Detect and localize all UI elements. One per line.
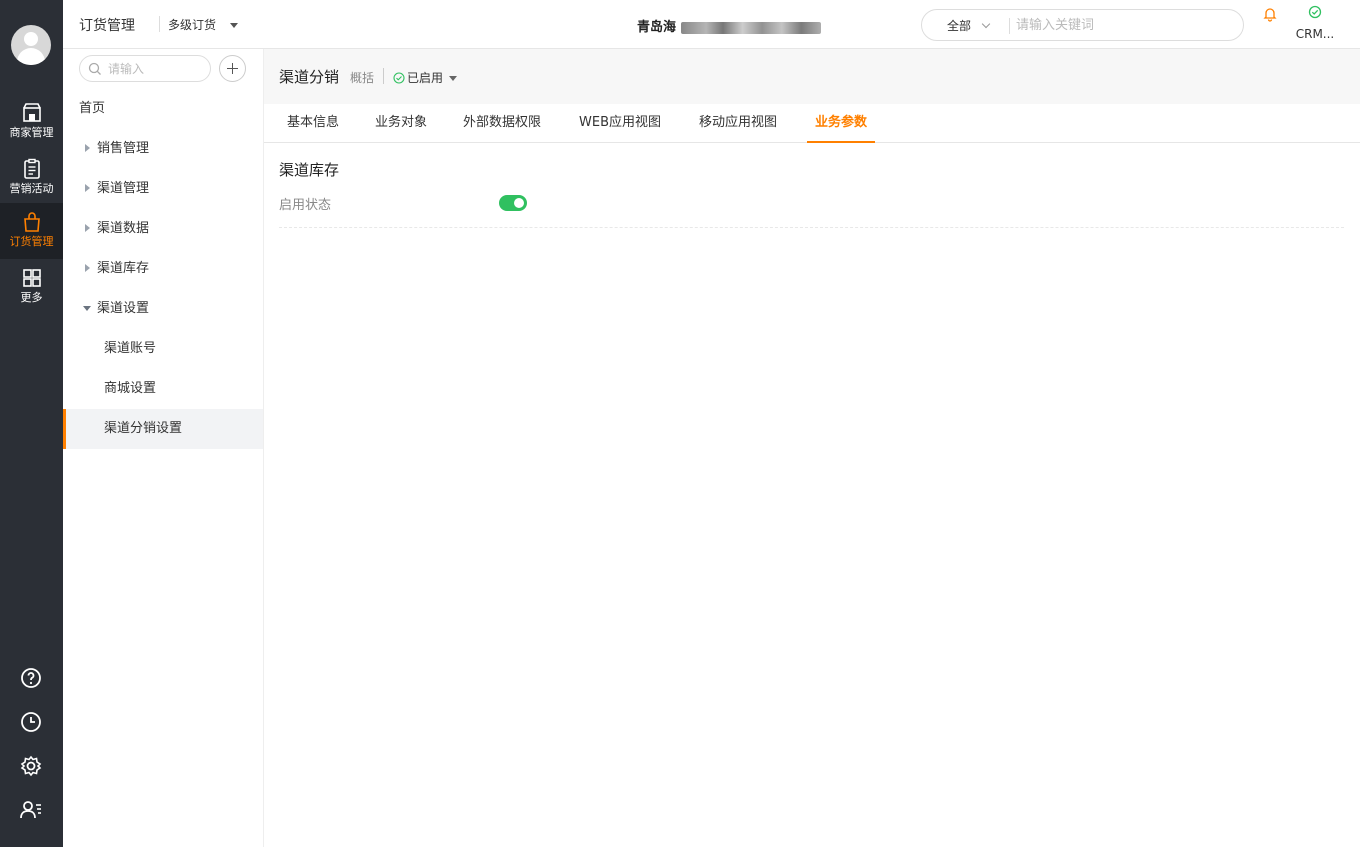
enable-toggle[interactable] (499, 195, 527, 211)
nav-search (79, 55, 211, 82)
page-title: 渠道分销 (279, 68, 340, 86)
nav-item-mall-settings[interactable]: 商城设置 (63, 369, 263, 409)
settings-icon[interactable] (19, 754, 43, 778)
tab-web-app-view[interactable]: WEB应用视图 (571, 104, 669, 143)
shopping-bag-icon (23, 212, 40, 232)
add-button[interactable] (219, 55, 246, 82)
rail-item-label: 营销活动 (9, 182, 54, 195)
caret-right-icon (85, 264, 90, 272)
nav-item-channel-data[interactable]: 渠道数据 (63, 209, 263, 249)
nav-item-home[interactable]: 首页 (63, 89, 263, 129)
clock-icon[interactable] (19, 710, 43, 734)
secondary-nav: 首页 销售管理 渠道管理 渠道数据 渠道库存 渠道设置 渠道账号 商城设置 渠道… (63, 49, 264, 847)
caret-down-icon (83, 306, 91, 311)
nav-item-channel-stock[interactable]: 渠道库存 (63, 249, 263, 289)
status-dropdown[interactable]: 已启用 (393, 69, 458, 86)
nav-item-channel-account[interactable]: 渠道账号 (63, 329, 263, 369)
crm-label: CRM... (1295, 27, 1335, 41)
summary-link[interactable]: 概括 (350, 69, 374, 86)
tab-bar: 基本信息 业务对象 外部数据权限 WEB应用视图 移动应用视图 业务参数 (264, 104, 1360, 143)
avatar[interactable] (11, 25, 51, 65)
rail-item-label: 更多 (20, 291, 43, 304)
check-circle-icon (393, 72, 405, 84)
search-scope-select[interactable]: 全部 (947, 17, 991, 34)
chevron-down-icon (981, 19, 991, 29)
rail-item-ordering[interactable]: 订货管理 (0, 203, 63, 259)
nav-item-channel-distribution[interactable]: 渠道分销设置 (63, 409, 263, 449)
field-divider (279, 227, 1344, 228)
caret-right-icon (85, 224, 90, 232)
rail-item-merchant[interactable]: 商家管理 (0, 94, 63, 150)
global-search: 全部 (921, 9, 1244, 41)
rail-item-label: 订货管理 (9, 235, 54, 248)
caret-down-icon (229, 23, 238, 28)
check-circle-icon (1308, 5, 1322, 19)
caret-right-icon (85, 184, 90, 192)
main-content: 渠道分销 概括 已启用 基本信息 业务对象 外部数据权限 WEB应用视图 移动应… (264, 49, 1360, 847)
grid-icon (22, 269, 41, 287)
tab-business-params[interactable]: 业务参数 (807, 104, 876, 143)
rail-item-marketing[interactable]: 营销活动 (0, 150, 63, 206)
clipboard-icon (23, 158, 40, 179)
header-divider (383, 68, 384, 84)
blurred-text (680, 21, 821, 34)
nav-item-channel-mgmt[interactable]: 渠道管理 (63, 169, 263, 209)
field-label: 启用状态 (279, 198, 332, 213)
object-header: 渠道分销 概括 已启用 (264, 49, 1360, 104)
tab-business-objects[interactable]: 业务对象 (367, 104, 435, 143)
status-label: 已启用 (407, 71, 444, 85)
search-input[interactable] (1016, 15, 1236, 35)
section-title: 渠道库存 (279, 161, 340, 179)
rail-item-more[interactable]: 更多 (0, 259, 63, 315)
app-title: 订货管理 (79, 18, 135, 34)
tab-basic-info[interactable]: 基本信息 (279, 104, 347, 143)
store-icon (22, 103, 41, 122)
top-header: 订货管理 多级订货 青岛海 全部 CRM... (63, 0, 1360, 49)
tab-mobile-app-view[interactable]: 移动应用视图 (691, 104, 785, 143)
nav-item-sales[interactable]: 销售管理 (63, 129, 263, 169)
caret-down-icon (449, 76, 458, 81)
help-icon[interactable] (19, 666, 43, 690)
bell-icon[interactable] (1262, 6, 1278, 22)
nav-item-channel-settings[interactable]: 渠道设置 (63, 289, 263, 329)
company-name: 青岛海 (637, 16, 821, 35)
search-divider (1009, 18, 1010, 34)
crm-status-button[interactable]: CRM... (1289, 5, 1341, 41)
search-scope-label: 全部 (947, 19, 972, 33)
caret-right-icon (85, 144, 90, 152)
user-list-icon[interactable] (19, 798, 43, 822)
search-icon (88, 62, 101, 75)
tab-external-data-permissions[interactable]: 外部数据权限 (455, 104, 549, 143)
app-rail: 商家管理 营销活动 订货管理 更多 (0, 0, 63, 847)
sub-app-select-label: 多级订货 (168, 18, 217, 32)
nav-search-input[interactable] (108, 60, 206, 78)
rail-item-label: 商家管理 (9, 126, 54, 139)
sub-app-select[interactable]: 多级订货 (168, 16, 238, 33)
header-divider (159, 16, 160, 32)
